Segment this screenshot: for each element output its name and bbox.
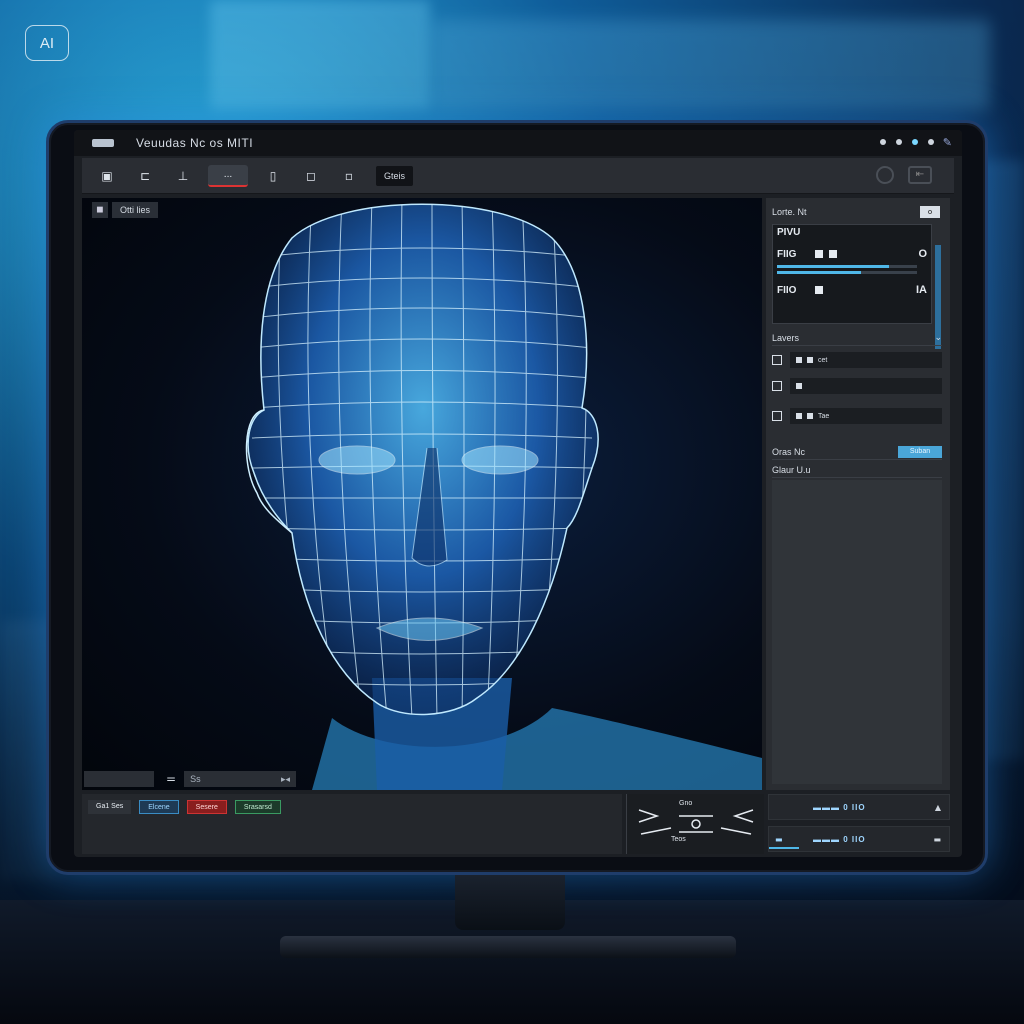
output-row-text: ▬▬▬ 0 IIO: [813, 834, 866, 844]
app-window: Veuudas Nc os MITI ✎ ▣ ⊏ ⊥ ... ▯ ◻ ▫ Gte…: [74, 130, 962, 857]
resize-icon: ▸◂: [281, 774, 291, 784]
panel-header: Lorte. Nt o: [772, 204, 940, 220]
output-row[interactable]: ▬ ▬▬▬ 0 IIO ▬: [768, 826, 950, 852]
section-header-label: Glaur U.u: [772, 464, 811, 475]
timeline-button-row: Ga1 Ses Elcene Sesere Srasarsd: [88, 800, 281, 814]
layer-chip: [807, 357, 813, 363]
timeline-button[interactable]: Ga1 Ses: [88, 800, 132, 814]
layer-chip: [796, 357, 802, 363]
pen-icon[interactable]: ✎: [943, 136, 952, 149]
layer-chip: [807, 413, 813, 419]
toolbar: ▣ ⊏ ⊥ ... ▯ ◻ ▫ Gteis ⇤: [82, 158, 954, 194]
properties-panel: Lorte. Nt o PIVU FIIG O FIIO IA Lavers ⌄: [766, 198, 950, 790]
viewport-menu-icon[interactable]: ◼: [92, 202, 108, 218]
window-control-dot[interactable]: [912, 139, 918, 145]
tool-button[interactable]: ◻: [298, 165, 324, 187]
layer-row[interactable]: [772, 376, 942, 396]
timeline-button[interactable]: Elcene: [139, 800, 179, 814]
viewport-tag[interactable]: ◼ Otti lies: [92, 202, 159, 218]
triangle-up-icon[interactable]: ▲: [935, 803, 941, 812]
layer-visibility-checkbox[interactable]: [772, 381, 782, 391]
layer-row[interactable]: cet: [772, 350, 942, 370]
toolbar-text-button[interactable]: Gteis: [376, 165, 414, 186]
viewport-field-right-text: Ss: [190, 774, 201, 784]
gizmo-panel[interactable]: Gno Teos: [626, 794, 764, 854]
output-row-underline: [769, 847, 799, 849]
layers-header[interactable]: Lavers ⌄: [772, 330, 942, 346]
output-row[interactable]: ▬▬▬ 0 IIO ▲: [768, 794, 950, 820]
layer-bar[interactable]: Tae: [790, 408, 942, 424]
output-panel: ▬▬▬ 0 IIO ▲ ▬ ▬▬▬ 0 IIO ▬: [768, 794, 950, 854]
tool-button[interactable]: ▯: [260, 165, 286, 187]
layer-row[interactable]: Tae: [772, 406, 942, 426]
transform-gizmo[interactable]: [627, 794, 765, 854]
gizmo-label: Teos: [671, 836, 686, 843]
prop-slider[interactable]: [777, 271, 917, 274]
timeline-button[interactable]: Sesere: [186, 800, 227, 814]
tool-button[interactable]: ▣: [94, 165, 120, 187]
prop-row[interactable]: FIIG O: [777, 247, 927, 261]
output-row-text: ▬▬▬ 0 IIO: [813, 802, 866, 812]
equals-icon: =: [166, 772, 177, 786]
viewport-field-left[interactable]: [84, 771, 154, 787]
section-header[interactable]: Glaur U.u: [772, 462, 942, 478]
monitor-stand-neck: [455, 875, 565, 930]
timeline-controls: Ga1 Ses Elcene Sesere Srasarsd: [82, 794, 622, 854]
prop-key: FIIO: [777, 284, 797, 296]
monitor-stand-base: [280, 936, 736, 958]
prop-chip: [815, 250, 823, 258]
panel-header-button[interactable]: o: [920, 206, 940, 218]
minus-icon[interactable]: ▬: [933, 835, 941, 844]
viewport-footer: = Ss ▸◂: [82, 768, 762, 790]
section-header[interactable]: Oras Nc Suban: [772, 444, 942, 460]
timeline-button[interactable]: Srasarsd: [234, 800, 281, 814]
window-controls: [880, 139, 934, 145]
tool-button[interactable]: ⊥: [170, 165, 196, 187]
collapse-icon[interactable]: ⇤: [908, 166, 932, 184]
layer-label: cet: [818, 356, 828, 364]
window-title: Veuudas Nc os MITI: [136, 136, 254, 150]
layer-visibility-checkbox[interactable]: [772, 355, 782, 365]
wireframe-head-model[interactable]: [82, 198, 762, 790]
layers-header-label: Lavers: [772, 332, 800, 343]
viewport-tag-label[interactable]: Otti lies: [112, 202, 159, 218]
window-control-dot[interactable]: [928, 139, 934, 145]
record-icon[interactable]: [876, 166, 894, 184]
prop-chip: [829, 250, 837, 258]
tool-button[interactable]: ▫: [336, 165, 362, 187]
layer-bar[interactable]: cet: [790, 352, 942, 368]
prop-key: FIIG: [777, 248, 797, 260]
window-control-dot[interactable]: [896, 139, 902, 145]
tool-button[interactable]: ⊏: [132, 165, 158, 187]
ai-badge: AI: [25, 25, 69, 61]
section-header-label: Oras Nc: [772, 446, 806, 457]
viewport-field-right[interactable]: Ss ▸◂: [184, 771, 297, 787]
layer-chip: [796, 383, 802, 389]
prop-value: IA: [916, 284, 927, 296]
panel-header-label: Lorte. Nt: [772, 207, 807, 217]
active-tool-button[interactable]: ...: [208, 164, 248, 187]
layer-bar[interactable]: [790, 378, 942, 394]
title-bar: Veuudas Nc os MITI ✎: [74, 130, 962, 156]
layer-visibility-checkbox[interactable]: [772, 411, 782, 421]
layer-chip: [796, 413, 802, 419]
3d-viewport[interactable]: ◼ Otti lies = Ss ▸◂: [82, 198, 762, 790]
window-control-dot[interactable]: [880, 139, 886, 145]
props-box: PIVU FIIG O FIIO IA: [772, 224, 941, 349]
prop-value: O: [918, 248, 927, 260]
props-title: PIVU: [777, 227, 801, 238]
chevron-icon: ⌄: [934, 332, 942, 342]
prop-row[interactable]: FIIO IA: [777, 283, 927, 297]
prop-chip: [815, 286, 823, 294]
section-action-button[interactable]: Suban: [898, 445, 942, 458]
prop-slider[interactable]: [777, 265, 917, 268]
panel-body: [772, 480, 942, 784]
output-row-marker: ▬: [775, 834, 783, 844]
app-logo-icon: [92, 139, 114, 147]
layer-label: Tae: [818, 412, 830, 420]
